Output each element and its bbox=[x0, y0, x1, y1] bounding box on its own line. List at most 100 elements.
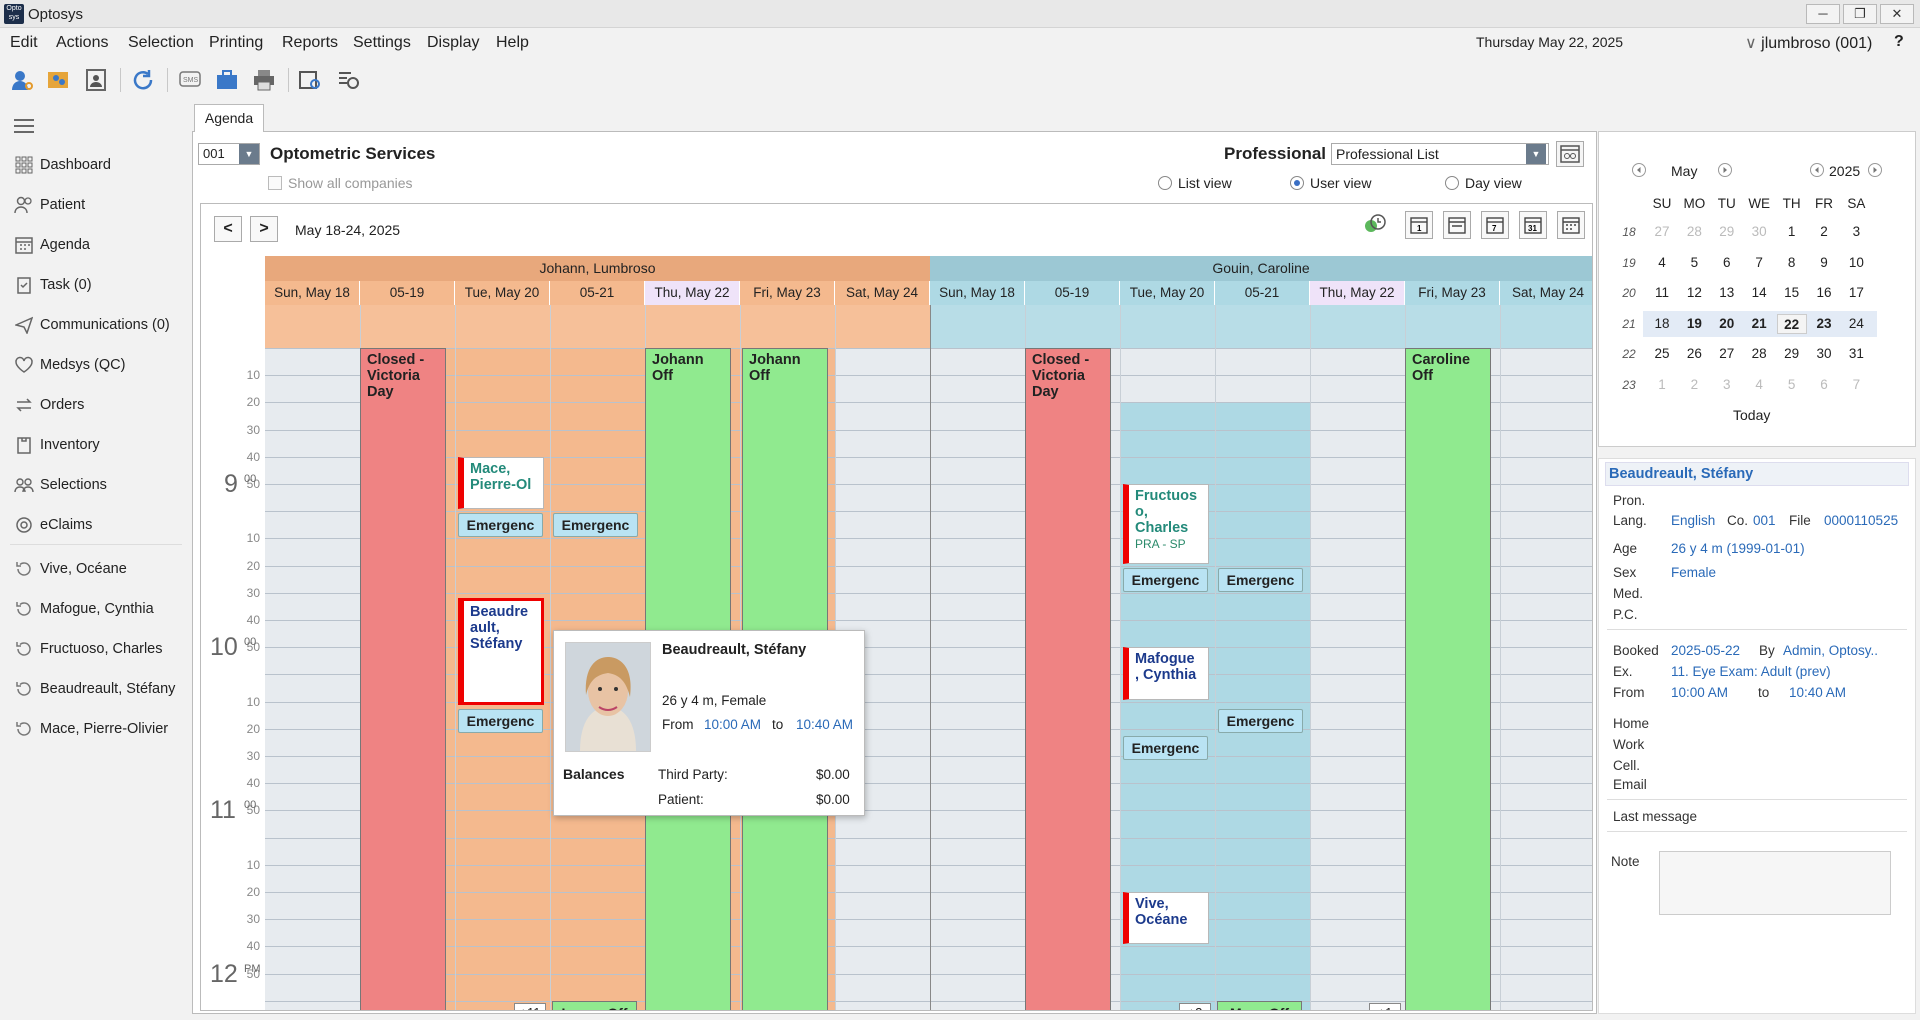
calendar-day[interactable]: 1 bbox=[1647, 375, 1677, 395]
calendar-day[interactable]: 4 bbox=[1647, 253, 1677, 273]
day-header[interactable]: Thu, May 22 bbox=[1310, 281, 1405, 305]
day-header[interactable]: Tue, May 20 bbox=[1120, 281, 1215, 305]
day-header[interactable]: Fri, May 23 bbox=[740, 281, 835, 305]
calendar-day[interactable]: 24 bbox=[1841, 314, 1871, 334]
menu-selection[interactable]: Selection bbox=[128, 34, 194, 52]
day-column[interactable] bbox=[1215, 348, 1310, 1010]
calendar-day[interactable]: 27 bbox=[1647, 222, 1677, 242]
emergency-slot[interactable]: Emergenc bbox=[1123, 567, 1208, 592]
calendar-day[interactable]: 25 bbox=[1647, 344, 1677, 364]
contact-card-icon[interactable] bbox=[84, 68, 108, 92]
sidebar-item-agenda[interactable]: Agenda bbox=[14, 233, 90, 257]
week-view-icon[interactable]: 7 bbox=[1481, 211, 1509, 239]
restore-button[interactable]: ❐ bbox=[1843, 4, 1877, 24]
sidebar-item-eclaims[interactable]: eClaims bbox=[14, 513, 92, 537]
menu-display[interactable]: Display bbox=[427, 34, 479, 52]
calendar-day[interactable]: 12 bbox=[1679, 283, 1709, 303]
company-dropdown-icon[interactable]: ▼ bbox=[239, 144, 259, 164]
next-week-button[interactable]: > bbox=[250, 216, 278, 242]
day-header[interactable]: Fri, May 23 bbox=[1405, 281, 1500, 305]
schedule-icon[interactable] bbox=[336, 68, 360, 92]
sidebar-item-patient[interactable]: Patient bbox=[14, 193, 85, 217]
calendar-day[interactable]: 2 bbox=[1809, 222, 1839, 242]
appointment-mafogue[interactable]: Mafogue , Cynthia bbox=[1123, 647, 1209, 700]
calendar-day[interactable]: 13 bbox=[1712, 283, 1742, 303]
caroline-off-block[interactable]: Caroline Off bbox=[1405, 348, 1491, 1010]
menu-reports[interactable]: Reports bbox=[282, 34, 338, 52]
more-appointments-button[interactable]: +11 bbox=[514, 1002, 546, 1010]
day-header[interactable]: 05-19 bbox=[360, 281, 455, 305]
emergency-slot[interactable]: Emergenc bbox=[458, 709, 543, 734]
appointment-mace[interactable]: Mace, Pierre-Ol bbox=[458, 456, 544, 510]
workweek-view-icon[interactable] bbox=[1443, 211, 1471, 239]
calendar-day[interactable]: 11 bbox=[1647, 283, 1677, 303]
emergency-slot[interactable]: Emergenc bbox=[1123, 736, 1208, 761]
printer-icon[interactable] bbox=[252, 68, 276, 92]
day-header[interactable]: 05-21 bbox=[1215, 281, 1310, 305]
patient-name[interactable]: Beaudreault, Stéfany bbox=[1605, 462, 1909, 486]
sidebar-item-inventory[interactable]: Inventory bbox=[14, 433, 100, 457]
menu-help[interactable]: Help bbox=[496, 34, 529, 52]
day-header[interactable]: Sat, May 24 bbox=[835, 281, 930, 305]
all-day-band[interactable] bbox=[1120, 305, 1215, 348]
briefcase-icon[interactable] bbox=[215, 68, 239, 92]
today-button[interactable]: Today bbox=[1733, 407, 1770, 423]
calendar-day[interactable]: 8 bbox=[1777, 253, 1807, 273]
professional-dropdown-icon[interactable]: ▼ bbox=[1526, 144, 1546, 164]
emergency-slot[interactable]: Emergenc bbox=[1218, 709, 1303, 734]
closed-victoria-day-block[interactable]: Closed - Victoria Day bbox=[360, 348, 446, 1010]
all-day-band[interactable] bbox=[835, 305, 930, 348]
sidebar-item-task[interactable]: Task (0) bbox=[14, 273, 92, 297]
calendar-day[interactable]: 28 bbox=[1679, 222, 1709, 242]
patient-search-icon[interactable] bbox=[10, 68, 34, 92]
calendar-day[interactable]: 7 bbox=[1841, 375, 1871, 395]
calendar-day[interactable]: 10 bbox=[1841, 253, 1871, 273]
logan-off-chip[interactable]: Logan Off bbox=[552, 1000, 637, 1010]
appointment-fructuoso[interactable]: Fructuos o, Charles PRA - SP bbox=[1123, 484, 1209, 564]
radio-list-view[interactable]: List view bbox=[1158, 175, 1232, 191]
day-header[interactable]: Thu, May 22 bbox=[645, 281, 740, 305]
calendar-search-icon[interactable] bbox=[298, 68, 322, 92]
day-view-icon[interactable]: 1 bbox=[1405, 211, 1433, 239]
calendar-day[interactable]: 27 bbox=[1712, 344, 1742, 364]
month-view-icon[interactable]: 31 bbox=[1519, 211, 1547, 239]
recent-patient-item[interactable]: Beaudreault, Stéfany bbox=[14, 677, 175, 701]
calendar-day[interactable]: 5 bbox=[1679, 253, 1709, 273]
day-column[interactable] bbox=[265, 348, 360, 1010]
calendar-day[interactable]: 29 bbox=[1712, 222, 1742, 242]
calendar-day[interactable]: 20 bbox=[1712, 314, 1742, 334]
day-header[interactable]: Sun, May 18 bbox=[930, 281, 1025, 305]
calendar-day[interactable]: 2 bbox=[1679, 375, 1709, 395]
day-header[interactable]: 05-21 bbox=[550, 281, 645, 305]
all-day-band[interactable] bbox=[1215, 305, 1310, 348]
prev-month-icon[interactable] bbox=[1631, 162, 1647, 178]
prev-year-icon[interactable] bbox=[1809, 162, 1825, 178]
close-button[interactable]: ✕ bbox=[1880, 4, 1914, 24]
calendar-day[interactable]: 1 bbox=[1777, 222, 1807, 242]
calendar-day[interactable]: 6 bbox=[1712, 253, 1742, 273]
recent-patient-item[interactable]: Mace, Pierre-Olivier bbox=[14, 717, 168, 741]
more-appointments-button[interactable]: +1 bbox=[1369, 1002, 1401, 1010]
all-day-band[interactable] bbox=[1025, 305, 1120, 348]
appointment-vive[interactable]: Vive, Océane bbox=[1123, 892, 1209, 945]
map-icon[interactable] bbox=[46, 68, 70, 92]
radio-day-view[interactable]: Day view bbox=[1445, 175, 1522, 191]
sidebar-item-orders[interactable]: Orders bbox=[14, 393, 84, 417]
tab-agenda[interactable]: Agenda bbox=[194, 104, 264, 132]
day-column[interactable] bbox=[1500, 348, 1592, 1010]
calendar-day[interactable]: 30 bbox=[1744, 222, 1774, 242]
emergency-slot[interactable]: Emergenc bbox=[458, 513, 543, 538]
professional-select[interactable]: Professional List bbox=[1331, 143, 1549, 165]
all-day-band[interactable] bbox=[740, 305, 835, 348]
calendar-day[interactable]: 3 bbox=[1712, 375, 1742, 395]
emergency-slot[interactable]: Emergenc bbox=[1218, 567, 1303, 592]
calendar-day[interactable]: 21 bbox=[1744, 314, 1774, 334]
calendar-day[interactable]: 31 bbox=[1841, 344, 1871, 364]
file-value[interactable]: 0000110525 bbox=[1824, 513, 1898, 528]
sidebar-item-communications[interactable]: Communications (0) bbox=[14, 313, 170, 337]
all-day-band[interactable] bbox=[455, 305, 550, 348]
day-column[interactable] bbox=[1310, 348, 1405, 1010]
day-header[interactable]: 05-19 bbox=[1025, 281, 1120, 305]
calendar-day[interactable]: 19 bbox=[1679, 314, 1709, 334]
menu-actions[interactable]: Actions bbox=[56, 34, 108, 52]
